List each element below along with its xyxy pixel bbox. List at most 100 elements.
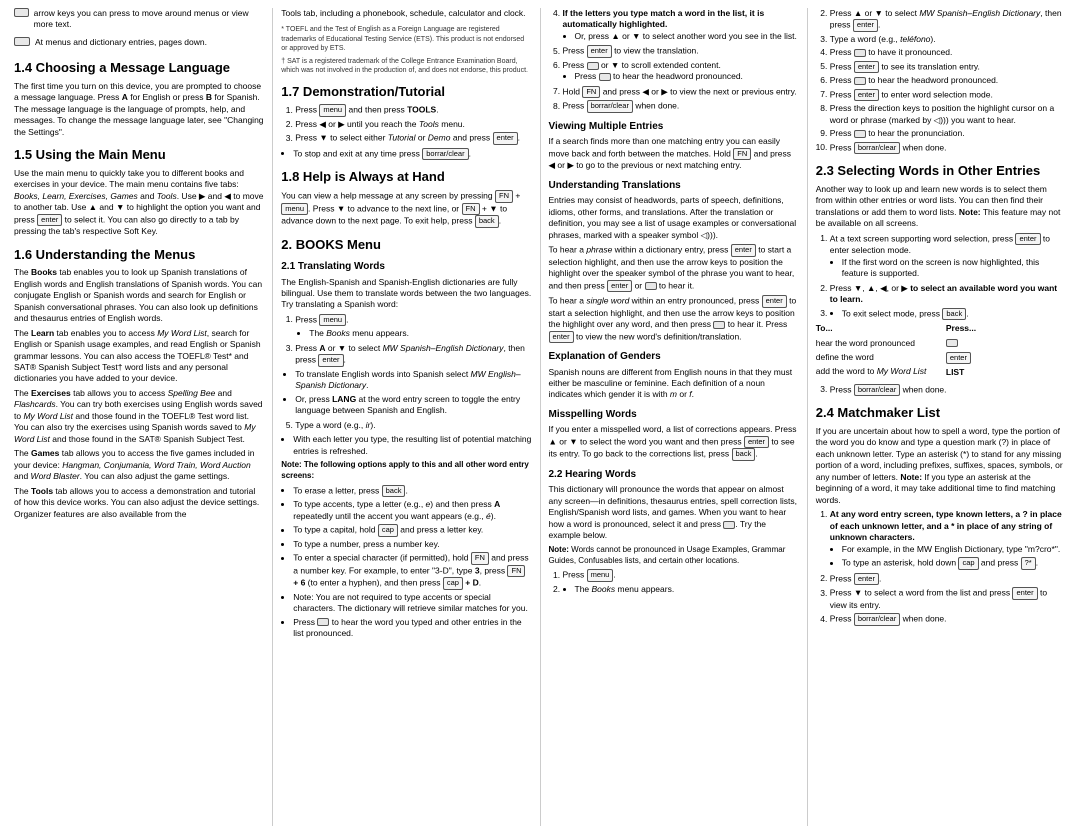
item-col4-5: Press enter to see its translation entry… xyxy=(830,61,1066,74)
table-header-to: To... xyxy=(816,323,936,334)
sub-23-3: To exit select mode, press back. xyxy=(830,308,1066,321)
bullet-21-1: With each letter you type, the resulting… xyxy=(293,434,531,457)
step-21-4b: Or, press LANG at the word entry screen … xyxy=(295,394,531,417)
body-16-learn: The Learn tab enables you to access My W… xyxy=(14,328,264,385)
sub-items-6: Press to hear the headword pronounced. xyxy=(563,71,799,82)
heading-24: 2.4 Matchmaker List xyxy=(816,404,1066,422)
steps-22: Press menu. The Books menu appears. xyxy=(549,569,799,595)
step-21-3: Press A or ▼ to select MW Spanish–Englis… xyxy=(295,343,531,367)
section-misspelling: Misspelling Words If you enter a misspel… xyxy=(549,408,799,461)
sub-6a: Press to hear the headword pronounced. xyxy=(575,71,799,82)
section-col3-numbered: If the letters you type match a word in … xyxy=(549,8,799,113)
section-15: 1.5 Using the Main Menu Use the main men… xyxy=(14,146,264,237)
note-21-2: To type accents, type a letter (e.g., e)… xyxy=(293,499,531,522)
body-23: Another way to look up and learn new wor… xyxy=(816,184,1066,230)
step-22-2: The Books menu appears. xyxy=(563,584,799,595)
table-header-press: Press... xyxy=(946,323,1066,334)
section-16: 1.6 Understanding the Menus The Books ta… xyxy=(14,246,264,520)
table-row-press-define: enter xyxy=(946,352,1066,365)
table-col-to: To... hear the word pronounced define th… xyxy=(816,323,936,382)
item-col4-4: Press to have it pronounced. xyxy=(830,47,1066,58)
item-col3-6: Press or ▼ to scroll extended content. P… xyxy=(563,60,799,83)
sub-22a: The Books menu appears. xyxy=(575,584,799,595)
item-col3-7: Press borrar/clear when done. xyxy=(563,100,799,113)
heading-viewing: Viewing Multiple Entries xyxy=(549,120,799,134)
numbered-list-col4: Press ▲ or ▼ to select MW Spanish–Englis… xyxy=(816,8,1066,154)
heading-18: 1.8 Help is Always at Hand xyxy=(281,168,531,186)
page: arrow keys you can press to move around … xyxy=(0,0,1080,834)
footnote-sat: † SAT is a registered trademark of the C… xyxy=(281,57,531,75)
intro-arrow-text: arrow keys you can press to move around … xyxy=(34,8,265,31)
step-23-3: To exit select mode, press back. xyxy=(830,308,1066,321)
item-col4-2: Press ▲ or ▼ to select MW Spanish–Englis… xyxy=(830,8,1066,32)
body-18: You can view a help message at any scree… xyxy=(281,190,531,228)
body-understanding-1: Entries may consist of headwords, parts … xyxy=(549,195,799,241)
intro-arrow-section: arrow keys you can press to move around … xyxy=(14,8,264,51)
item-col4-7: Press enter to enter word selection mode… xyxy=(830,89,1066,102)
heading-16: 1.6 Understanding the Menus xyxy=(14,246,264,264)
note-21: Note: The following options apply to thi… xyxy=(281,460,531,482)
sub-24-1: For example, in the MW English Dictionar… xyxy=(830,544,1066,570)
sub-4a: Or, press ▲ or ▼ to select another word … xyxy=(575,31,799,42)
bullets-17: To stop and exit at any time press borra… xyxy=(281,148,531,161)
sub-23-3a: To exit select mode, press back. xyxy=(842,308,1066,321)
section-21: 2.1 Translating Words The English-Spanis… xyxy=(281,260,531,640)
body-21: The English-Spanish and Spanish-English … xyxy=(281,277,531,311)
item-col4-6: Press to hear the headword pronounced. xyxy=(830,75,1066,86)
table-col-press: Press... enter LIST xyxy=(946,323,1066,382)
step-24-4: Press borrar/clear when done. xyxy=(830,613,1066,626)
steps-21: Press menu. The Books menu appears. Pres… xyxy=(281,314,531,431)
body-genders: Spanish nouns are different from English… xyxy=(549,367,799,401)
table-row-hear: hear the word pronounced xyxy=(816,338,936,349)
column-3: If the letters you type match a word in … xyxy=(541,8,808,826)
step-23-final: Press borrar/clear when done. xyxy=(830,384,1066,397)
heading-misspelling: Misspelling Words xyxy=(549,408,799,422)
step-21-4: To translate English words into Spanish … xyxy=(281,369,531,417)
table-row-define: define the word xyxy=(816,352,936,363)
step-24-1: At any word entry screen, type known let… xyxy=(830,509,1066,569)
note-21-3: To type a capital, hold cap and press a … xyxy=(293,524,531,537)
section-viewing: Viewing Multiple Entries If a search fin… xyxy=(549,120,799,172)
steps-24: At any word entry screen, type known let… xyxy=(816,509,1066,625)
body-15: Use the main menu to quickly take you to… xyxy=(14,168,264,238)
intro-menu-text: At menus and dictionary entries, pages d… xyxy=(35,37,207,48)
note-21-1: To erase a letter, press back. xyxy=(293,485,531,498)
section-genders: Explanation of Genders Spanish nouns are… xyxy=(549,350,799,401)
note-21-4: To type a number, press a number key. xyxy=(293,539,531,550)
bullets-21: With each letter you type, the resulting… xyxy=(281,434,531,457)
item-col3-6b: Hold FN and press ◀ or ▶ to view the nex… xyxy=(563,86,799,99)
sub-items-4: Or, press ▲ or ▼ to select another word … xyxy=(563,31,799,42)
item-col4-10: Press borrar/clear when done. xyxy=(830,142,1066,155)
table-row-press-hear xyxy=(946,338,1066,349)
arrow-key-icon xyxy=(14,8,29,17)
body-16-tools: The Tools tab allows you to access a dem… xyxy=(14,486,264,520)
heading-2: 2. BOOKS Menu xyxy=(281,236,531,254)
step-23-2: Press ▼, ▲, ◀, or ▶ to select an availab… xyxy=(830,283,1066,306)
item-col3-4: If the letters you type match a word in … xyxy=(563,8,799,42)
heading-17: 1.7 Demonstration/Tutorial xyxy=(281,83,531,101)
step-24-3: Press ▼ to select a word from the list a… xyxy=(830,587,1066,611)
step-21-2: The Books menu appears. xyxy=(281,328,531,339)
body-understanding-3: To hear a single word within an entry pr… xyxy=(549,295,799,343)
step-21-2a: The Books menu appears. xyxy=(309,328,531,339)
item-col3-5: Press enter to view the translation. xyxy=(563,45,799,58)
column-4: Press ▲ or ▼ to select MW Spanish–Englis… xyxy=(808,8,1074,826)
heading-22: 2.2 Hearing Words xyxy=(549,468,799,482)
step-17-3: Press ▼ to select either Tutorial or Dem… xyxy=(295,132,531,145)
sub-23-1a: If the first word on the screen is now h… xyxy=(842,257,1066,280)
item-col4-8: Press the direction keys to position the… xyxy=(830,103,1066,126)
steps-17: Press menu and then press TOOLS. Press ◀… xyxy=(281,104,531,144)
body-misspelling: If you enter a misspelled word, a list o… xyxy=(549,424,799,460)
table-row-press-add: LIST xyxy=(946,367,1066,378)
body-22: This dictionary will pronounce the words… xyxy=(549,484,799,541)
table-row-add: add the word to My Word List xyxy=(816,366,936,377)
body-understanding-2: To hear a phrase within a dictionary ent… xyxy=(549,244,799,292)
sub-22: The Books menu appears. xyxy=(563,584,799,595)
body-16-games: The Games tab allows you to access the f… xyxy=(14,448,264,482)
section-col4-numbered: Press ▲ or ▼ to select MW Spanish–Englis… xyxy=(816,8,1066,154)
heading-15: 1.5 Using the Main Menu xyxy=(14,146,264,164)
step-21-5: Type a word (e.g., ir). xyxy=(295,420,531,431)
section-17: 1.7 Demonstration/Tutorial Press menu an… xyxy=(281,83,531,161)
step-21-1: Press menu. xyxy=(295,314,531,327)
note-21-5: To enter a special character (if permitt… xyxy=(293,552,531,590)
